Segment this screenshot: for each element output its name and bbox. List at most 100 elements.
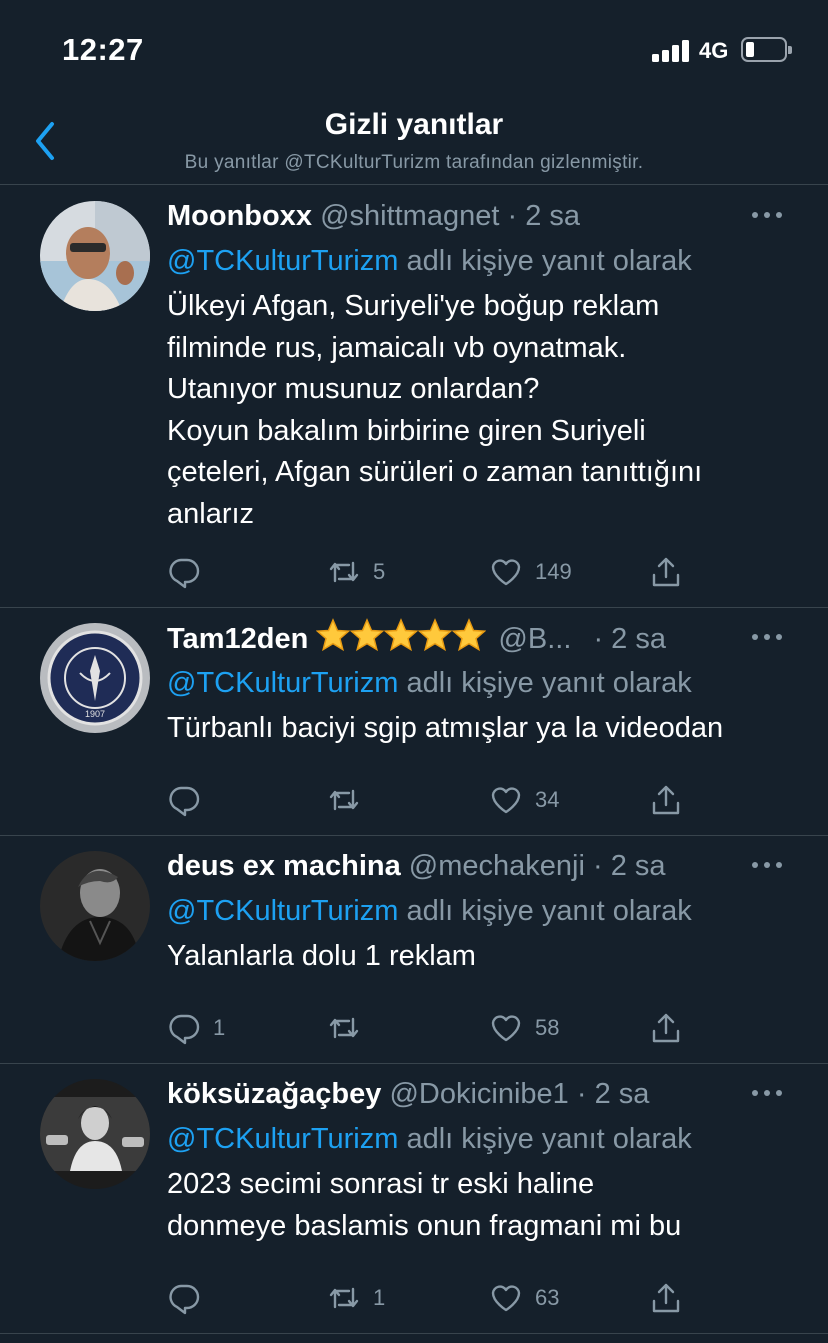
- timestamp[interactable]: 2 sa: [611, 850, 666, 882]
- more-button[interactable]: [750, 850, 784, 880]
- heart-icon: [491, 559, 521, 586]
- reply-label: adlı kişiye yanıt olarak: [406, 895, 692, 927]
- reply-button[interactable]: [167, 1278, 213, 1318]
- timestamp[interactable]: 2 sa: [525, 200, 580, 232]
- share-icon: [652, 1013, 680, 1043]
- retweet-button[interactable]: [327, 1008, 373, 1048]
- retweet-button[interactable]: 1: [327, 1278, 385, 1318]
- mention-link[interactable]: @TCKulturTurizm: [167, 245, 398, 277]
- display-name[interactable]: Moonboxx: [167, 200, 312, 232]
- tweet-text: 2023 secimi sonrasi tr eski haline donme…: [167, 1164, 787, 1247]
- user-handle[interactable]: @shittmagnet: [320, 200, 499, 232]
- retweet-count: 1: [373, 1285, 386, 1310]
- more-button[interactable]: [750, 200, 784, 230]
- reply-icon: [169, 558, 200, 589]
- tweet-actions: 34: [167, 780, 727, 820]
- tweet-header: köksüzağaçbey @Dokicinibe1 · 2 sa: [167, 1074, 758, 1114]
- user-handle[interactable]: @mechakenji: [409, 850, 585, 882]
- separator-dot: ·: [576, 1078, 587, 1110]
- retweet-icon: [329, 561, 359, 583]
- reply-label: adlı kişiye yanıt olarak: [406, 1123, 692, 1155]
- separator-dot: ·: [592, 850, 603, 882]
- mention-link[interactable]: @TCKulturTurizm: [167, 895, 398, 927]
- user-handle[interactable]: @Dokicinibe1: [389, 1078, 568, 1110]
- star-icon: [316, 618, 351, 652]
- reply-count: 1: [213, 1015, 226, 1040]
- timestamp[interactable]: 2 sa: [595, 1078, 650, 1110]
- display-name[interactable]: Tam12den: [167, 623, 308, 655]
- avatar[interactable]: [40, 1079, 150, 1189]
- star-icon: [384, 618, 419, 652]
- display-name[interactable]: köksüzağaçbey: [167, 1078, 381, 1110]
- reply-button[interactable]: [167, 780, 213, 820]
- tweet-header: Moonboxx @shittmagnet · 2 sa: [167, 196, 758, 236]
- display-name[interactable]: deus ex machina: [167, 850, 401, 882]
- text-line: Türbanlı baciyi sgip atmışlar ya la vide…: [167, 712, 724, 744]
- heart-icon: [491, 1015, 521, 1042]
- share-icon: [652, 1283, 680, 1313]
- share-icon: [652, 557, 680, 587]
- status-time: 12:27: [62, 32, 144, 67]
- more-button[interactable]: [750, 1078, 784, 1108]
- text-line: Koyun bakalım birbirine giren Suriyeli: [167, 414, 646, 447]
- tweet[interactable]: köksüzağaçbey @Dokicinibe1 · 2 sa @TCKul…: [0, 1064, 828, 1334]
- star-icon: [418, 618, 453, 652]
- reply-button[interactable]: 1: [167, 1008, 225, 1048]
- more-button[interactable]: [750, 622, 784, 652]
- avatar[interactable]: [40, 201, 150, 311]
- like-count: 149: [535, 559, 572, 584]
- retweet-count: 5: [373, 559, 386, 584]
- signal-icon: [652, 38, 692, 62]
- like-count: 58: [535, 1015, 560, 1040]
- like-button[interactable]: 34: [489, 780, 559, 820]
- share-button[interactable]: [649, 1008, 683, 1048]
- battery-icon: [741, 37, 792, 62]
- reply-context: @TCKulturTurizm adlı kişiye yanıt olarak: [167, 242, 692, 280]
- tweet[interactable]: 1907 Tam12den @B... · 2 sa @TCKulturTuri…: [0, 608, 828, 836]
- tweet-actions: 1 63: [167, 1278, 727, 1318]
- like-count: 34: [535, 787, 560, 812]
- tweet-text: Ülkeyi Afgan, Suriyeli'ye boğup reklam f…: [167, 286, 787, 535]
- retweet-button[interactable]: [327, 780, 373, 820]
- share-button[interactable]: [649, 780, 683, 820]
- avatar[interactable]: 1907: [40, 623, 150, 733]
- share-button[interactable]: [649, 552, 683, 592]
- text-line: çeteleri, Afgan sürüleri o zaman tanıttı…: [167, 456, 703, 488]
- separator-dot: ·: [593, 623, 604, 655]
- like-button[interactable]: 63: [489, 1278, 559, 1318]
- emblem-year: 1907: [85, 709, 105, 719]
- tweet[interactable]: deus ex machina @mechakenji · 2 sa @TCKu…: [0, 836, 828, 1064]
- avatar[interactable]: [40, 851, 150, 961]
- header: Gizli yanıtlar Bu yanıtlar @TCKulturTuri…: [0, 100, 828, 185]
- share-button[interactable]: [649, 1278, 683, 1318]
- tweet-header: deus ex machina @mechakenji · 2 sa: [167, 846, 758, 886]
- tweet-text: Yalanlarla dolu 1 reklam: [167, 936, 787, 978]
- separator-dot: ·: [507, 200, 518, 232]
- reply-context: @TCKulturTurizm adlı kişiye yanıt olarak: [167, 664, 692, 702]
- timestamp[interactable]: 2 sa: [611, 623, 666, 655]
- retweet-icon: [329, 789, 359, 811]
- like-button[interactable]: 58: [489, 1008, 559, 1048]
- reply-button[interactable]: [167, 552, 213, 592]
- network-type: 4G: [699, 38, 729, 63]
- text-line: Ülkeyi Afgan, Suriyeli'ye boğup reklam: [167, 290, 660, 322]
- tweet-actions: 5 149: [167, 552, 727, 592]
- reply-icon: [169, 1014, 200, 1045]
- retweet-icon: [329, 1017, 359, 1039]
- like-button[interactable]: 149: [489, 552, 572, 592]
- star-icon: [452, 618, 487, 652]
- text-line: 2023 secimi sonrasi tr eski haline: [167, 1168, 595, 1200]
- retweet-icon: [329, 1287, 359, 1309]
- mention-link[interactable]: @TCKulturTurizm: [167, 1123, 398, 1155]
- reply-label: adlı kişiye yanıt olarak: [406, 667, 692, 699]
- star-rating: [316, 618, 487, 655]
- tweet[interactable]: Moonboxx @shittmagnet · 2 sa @TCKulturTu…: [0, 186, 828, 608]
- text-line: filminde rus, jamaicalı vb oynatmak.: [167, 331, 627, 364]
- share-icon: [652, 785, 680, 815]
- mention-link[interactable]: @TCKulturTurizm: [167, 667, 398, 699]
- user-handle[interactable]: @B...: [498, 623, 571, 655]
- text-line: Yalanlarla dolu 1 reklam: [167, 940, 476, 972]
- screen: 12:27 4G Gizli yanıtlar Bu yanıtlar @TCK…: [0, 0, 828, 1343]
- retweet-button[interactable]: 5: [327, 552, 385, 592]
- heart-icon: [491, 787, 521, 814]
